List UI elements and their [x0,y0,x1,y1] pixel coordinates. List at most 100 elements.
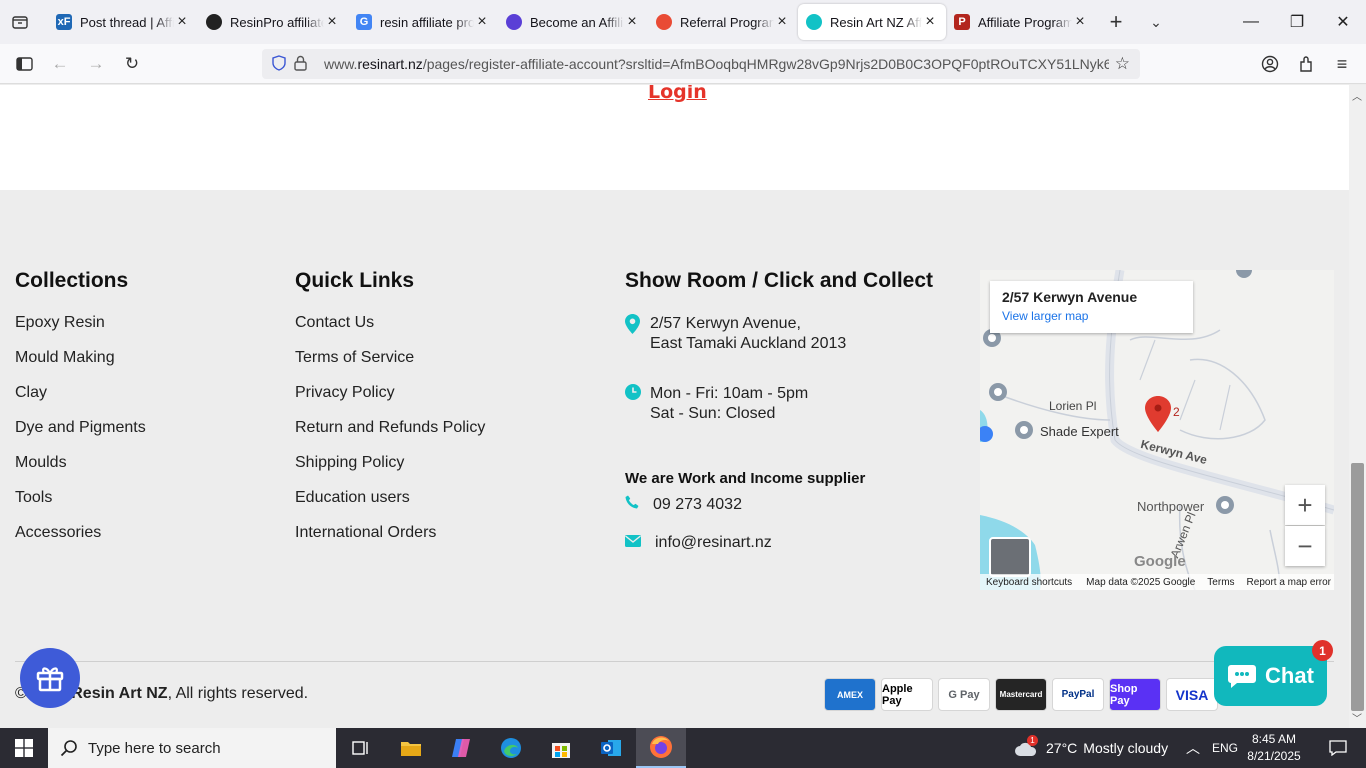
collection-link[interactable]: Mould Making [15,348,146,383]
language-indicator[interactable]: ENG [1212,741,1238,755]
file-explorer-icon[interactable] [386,728,436,768]
browser-tab[interactable]: xF Post thread | Affiliate× [48,4,198,40]
report-map-error-link[interactable]: Report a map error [1247,577,1331,588]
outlook-icon[interactable] [586,728,636,768]
keyboard-shortcuts-link[interactable]: Keyboard shortcuts [986,577,1072,588]
brand-name[interactable]: Resin Art NZ [71,685,167,702]
rewards-gift-button[interactable] [20,648,80,708]
tab-close-icon[interactable]: × [174,13,190,31]
collection-link[interactable]: Clay [15,383,146,418]
browser-tab[interactable]: Referral Program × [648,4,798,40]
map-terms-link[interactable]: Terms [1207,577,1234,588]
browser-tab[interactable]: Gresin affiliate program× [348,4,498,40]
tab-favicon-icon [656,14,672,30]
address-row: 2/57 Kerwyn Avenue, East Tamaki Auckland… [625,314,846,354]
email-address[interactable]: info@resinart.nz [655,533,772,553]
browser-tab[interactable]: ResinPro affiliate program× [198,4,348,40]
browser-tab[interactable]: Resin Art NZ Affiliate× [798,4,946,40]
phone-row: 09 273 4032 [625,495,742,515]
tab-close-icon[interactable]: × [474,13,490,31]
scroll-up-arrow[interactable]: ︿ [1352,88,1362,103]
browser-tab[interactable]: P Affiliate Program × [946,4,1096,40]
reload-button[interactable]: ↻ [114,48,150,80]
quick-link[interactable]: Contact Us [295,313,485,348]
work-and-income-title: We are Work and Income supplier [625,470,866,487]
tab-favicon-icon [506,14,522,30]
scroll-down-arrow[interactable]: ﹀ [1352,710,1362,725]
start-button[interactable] [0,728,48,768]
scrollbar-thumb[interactable] [1351,463,1364,711]
forward-button[interactable]: → [78,48,114,80]
chat-label: Chat [1265,663,1314,688]
weather-widget[interactable]: 1 27°C Mostly cloudy [1014,728,1168,768]
collection-link[interactable]: Moulds [15,453,146,488]
showroom-title: Show Room / Click and Collect [625,269,934,292]
minimize-button[interactable]: — [1228,0,1274,44]
restore-button[interactable]: ❐ [1274,0,1320,44]
collection-link[interactable]: Epoxy Resin [15,313,146,348]
notifications-icon[interactable] [1318,728,1358,768]
payment-badge: AMEX [824,678,876,711]
quick-link[interactable]: Return and Refunds Policy [295,418,485,453]
tab-close-icon[interactable]: × [624,13,640,31]
quick-link[interactable]: International Orders [295,523,485,558]
phone-number[interactable]: 09 273 4032 [653,495,742,515]
new-tab-button[interactable]: + [1096,9,1136,35]
extensions-icon[interactable] [1288,48,1324,80]
quick-link[interactable]: Shipping Policy [295,453,485,488]
close-window-button[interactable]: ✕ [1320,0,1366,44]
quick-link[interactable]: Education users [295,488,485,523]
quick-link[interactable]: Terms of Service [295,348,485,383]
collection-link[interactable]: Dye and Pigments [15,418,146,453]
back-button[interactable]: ← [42,48,78,80]
tray-chevron-icon[interactable]: ︿ [1186,738,1200,758]
list-all-tabs-icon[interactable]: ⌄ [1136,14,1176,31]
account-icon[interactable] [1252,48,1288,80]
tab-favicon-icon: P [954,14,970,30]
weather-temp: 27°C [1046,740,1078,756]
payment-badge: G Pay [938,678,990,711]
tab-close-icon[interactable]: × [324,13,340,31]
map-card-address: 2/57 Kerwyn Avenue [1002,289,1138,305]
tab-list-icon[interactable] [0,0,40,44]
tab-title: Referral Program [680,14,774,30]
system-tray: ︿ ENG [1186,728,1238,768]
chat-button[interactable]: Chat [1214,646,1327,706]
tab-favicon-icon: G [356,14,372,30]
tab-favicon-icon: xF [56,14,72,30]
toolbar-right: ≡ [1252,48,1360,80]
phone-icon [625,495,653,515]
view-larger-map-link[interactable]: View larger map [1002,309,1181,323]
clock[interactable]: 8:45 AM 8/21/2025 [1244,731,1304,765]
chat-unread-badge: 1 [1312,640,1333,661]
map-footer: Keyboard shortcuts Map data ©2025 Google T… [980,574,1334,590]
browser-tab[interactable]: Become an Affiliate× [498,4,648,40]
task-view-icon[interactable] [336,728,386,768]
quick-links-title: Quick Links [295,269,415,292]
menu-icon[interactable]: ≡ [1324,48,1360,80]
store-icon[interactable] [536,728,586,768]
url-bar[interactable]: www.resinart.nz/pages/register-affiliate… [262,49,1140,79]
map-zoom-in-button[interactable]: + [1285,485,1325,525]
bookmark-star-icon[interactable]: ☆ [1115,54,1130,74]
sidebar-toggle-icon[interactable] [6,48,42,80]
payment-methods: AMEX Apple Pay G Pay Mastercard PayPal Shop P… [824,678,1223,711]
shield-icon[interactable] [272,54,294,74]
weather-text: Mostly cloudy [1083,740,1169,756]
tab-favicon-icon [206,14,222,30]
tab-close-icon[interactable]: × [774,13,790,31]
map-zoom-out-button[interactable]: − [1285,526,1325,566]
edge-icon[interactable] [486,728,536,768]
google-map[interactable]: Lorien Pl Shade Expert Kerwyn Ave Northp… [980,270,1334,590]
login-link[interactable]: Login [648,85,707,103]
taskbar-search[interactable]: Type here to search [48,728,336,768]
quick-link[interactable]: Privacy Policy [295,383,485,418]
firefox-taskbar-icon[interactable] [636,728,686,768]
collection-link[interactable]: Accessories [15,523,146,558]
clock-icon [625,384,650,406]
tab-close-icon[interactable]: × [922,13,938,31]
tab-close-icon[interactable]: × [1072,13,1088,31]
lock-icon[interactable] [294,55,316,74]
collection-link[interactable]: Tools [15,488,146,523]
copilot-icon[interactable] [436,728,486,768]
